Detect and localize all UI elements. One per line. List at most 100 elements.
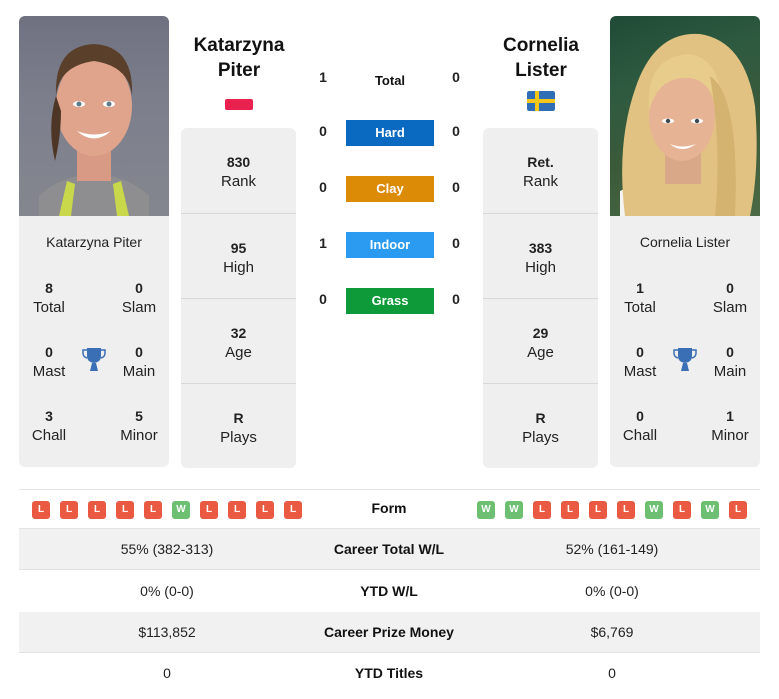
form-win-badge[interactable]: W [645, 501, 663, 519]
player2-titles-mast: 0 Mast [610, 342, 670, 382]
career-total-wl-row: 55% (382-313) Career Total W/L 52% (161-… [19, 529, 760, 570]
h2h-grass-row: 0 Grass 0 [300, 288, 480, 314]
form-loss-badge[interactable]: L [228, 501, 246, 519]
player1-photo[interactable] [19, 16, 169, 216]
h2h-p1-wins: 0 [319, 123, 327, 139]
form-win-badge[interactable]: W [505, 501, 523, 519]
player1-first-name: Katarzyna [193, 35, 285, 56]
form-win-badge[interactable]: W [701, 501, 719, 519]
player1-value: 55% (382-313) [120, 541, 214, 557]
stat-label: Age [225, 344, 252, 361]
sweden-flag-icon [527, 91, 555, 111]
titles-total-label: Total [33, 299, 65, 316]
player2-titles-main: 0 Main [700, 342, 760, 382]
titles-main-label: Main [713, 363, 747, 380]
player1-name-heading[interactable]: Katarzyna Piter [174, 33, 304, 83]
titles-main-value: 0 [726, 344, 734, 360]
h2h-p1-wins: 1 [319, 235, 327, 251]
player2-titles-minor: 1 Minor [700, 406, 760, 446]
player1-titles-slam: 0 Slam [109, 278, 169, 318]
titles-slam-value: 0 [135, 280, 143, 296]
titles-mast-value: 0 [636, 344, 644, 360]
surface-clay-badge[interactable]: Clay [346, 176, 434, 202]
stat-value: R [535, 410, 546, 426]
row-label: YTD W/L [360, 583, 418, 599]
form-loss-badge[interactable]: L [256, 501, 274, 519]
player1-titles-card: Katarzyna Piter 8 Total 0 Slam 0 Mast 0 … [19, 216, 169, 467]
titles-mast-label: Mast [623, 363, 657, 380]
player2-titles-card: Cornelia Lister 1 Total 0 Slam 0 Mast 0 … [610, 216, 760, 467]
player2-photo[interactable] [610, 16, 760, 216]
player1-value: $113,852 [138, 624, 196, 640]
player1-rank: 830 Rank [181, 128, 296, 213]
player1-age: 32 Age [181, 298, 296, 383]
titles-chall-value: 0 [636, 408, 644, 424]
player2-rank: Ret. Rank [483, 128, 598, 213]
stat-label: High [223, 259, 254, 276]
h2h-p2-wins: 0 [452, 235, 460, 251]
h2h-p2-wins: 0 [452, 291, 460, 307]
player1-value: 0 [163, 665, 171, 681]
titles-slam-label: Slam [121, 299, 157, 316]
player2-titles-total: 1 Total [610, 278, 670, 318]
player2-value: $6,769 [590, 624, 634, 640]
form-win-badge[interactable]: W [172, 501, 190, 519]
h2h-p2-wins: 0 [452, 69, 460, 85]
player2-plays: R Plays [483, 383, 598, 468]
surface-indoor-badge[interactable]: Indoor [346, 232, 434, 258]
titles-minor-value: 5 [135, 408, 143, 424]
form-loss-badge[interactable]: L [144, 501, 162, 519]
surface-hard-badge[interactable]: Hard [346, 120, 434, 146]
stat-value: 95 [230, 240, 247, 256]
form-row: LLLLLWLLLL Form WWLLLLWLWL [19, 489, 760, 529]
stat-label: Plays [522, 429, 559, 446]
player2-value: 0% (0-0) [585, 583, 639, 599]
h2h-indoor-row: 1 Indoor 0 [300, 232, 480, 258]
h2h-p1-wins: 0 [319, 291, 327, 307]
titles-main-value: 0 [135, 344, 143, 360]
form-loss-badge[interactable]: L [533, 501, 551, 519]
titles-slam-value: 0 [726, 280, 734, 296]
h2h-total-row: 1 Total 0 [300, 66, 480, 92]
career-prize-money-row: $113,852 Career Prize Money $6,769 [19, 612, 760, 653]
player2-full-name[interactable]: Cornelia Lister [610, 234, 760, 250]
form-loss-badge[interactable]: L [673, 501, 691, 519]
form-loss-badge[interactable]: L [617, 501, 635, 519]
player2-portrait [620, 33, 757, 216]
player1-titles-chall: 3 Chall [19, 406, 79, 446]
form-loss-badge[interactable]: L [88, 501, 106, 519]
form-loss-badge[interactable]: L [561, 501, 579, 519]
h2h-p1-wins: 1 [319, 69, 327, 85]
titles-main-label: Main [122, 363, 156, 380]
player1-titles-mast: 0 Mast [19, 342, 79, 382]
player2-first-name: Cornelia [502, 35, 580, 56]
player2-titles-slam: 0 Slam [700, 278, 760, 318]
player1-portrait [39, 44, 149, 216]
form-loss-badge[interactable]: L [729, 501, 747, 519]
form-loss-badge[interactable]: L [589, 501, 607, 519]
poland-flag-icon [225, 99, 253, 110]
form-win-badge[interactable]: W [477, 501, 495, 519]
form-loss-badge[interactable]: L [116, 501, 134, 519]
surface-grass-badge[interactable]: Grass [346, 288, 434, 314]
player2-form-badges: WWLLLLWLWL [477, 501, 747, 519]
stat-label: Rank [522, 173, 559, 190]
trophy-icon [82, 348, 106, 371]
titles-minor-label: Minor [711, 427, 749, 444]
h2h-p2-wins: 0 [452, 123, 460, 139]
titles-total-value: 8 [45, 280, 53, 296]
form-loss-badge[interactable]: L [60, 501, 78, 519]
h2h-total-label: Total [374, 73, 406, 88]
player1-high: 95 High [181, 213, 296, 298]
player2-age: 29 Age [483, 298, 598, 383]
player1-form-badges: LLLLLWLLLL [32, 501, 302, 519]
form-loss-badge[interactable]: L [200, 501, 218, 519]
form-loss-badge[interactable]: L [32, 501, 50, 519]
titles-mast-label: Mast [32, 363, 66, 380]
titles-chall-label: Chall [31, 427, 67, 444]
player2-name-heading[interactable]: Cornelia Lister [476, 33, 606, 83]
player1-full-name[interactable]: Katarzyna Piter [19, 234, 169, 250]
form-loss-badge[interactable]: L [284, 501, 302, 519]
titles-chall-value: 3 [45, 408, 53, 424]
h2h-clay-row: 0 Clay 0 [300, 176, 480, 202]
